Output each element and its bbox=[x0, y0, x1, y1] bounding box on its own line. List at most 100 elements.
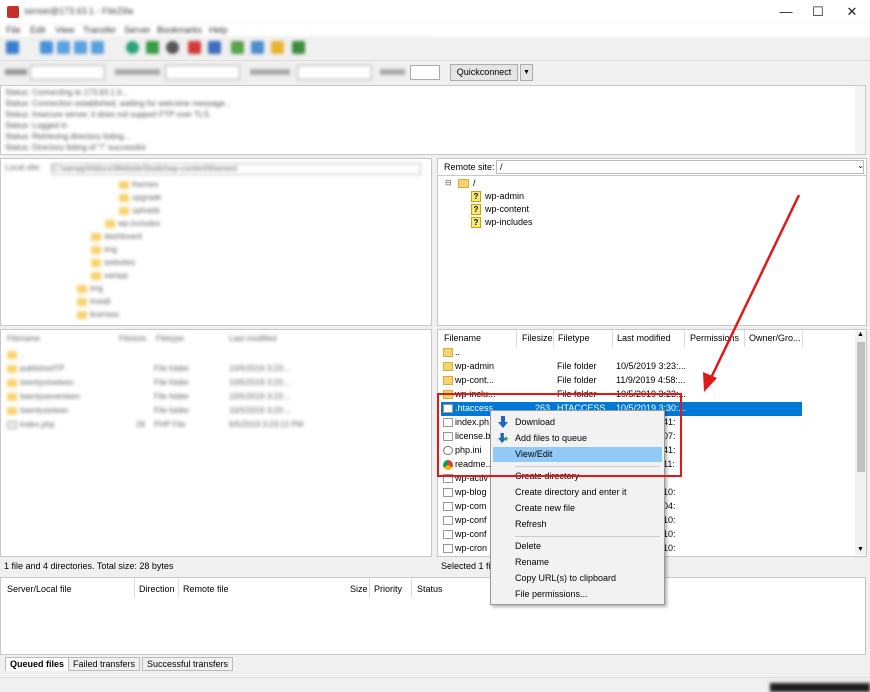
local-col-filetype[interactable]: Filetype bbox=[156, 334, 184, 343]
message-log[interactable]: Status: Connecting to 173.63.1.0... Stat… bbox=[0, 85, 866, 155]
local-site-path[interactable]: C:\xampp\htdocs\WebsiteStudio\wp-content… bbox=[51, 163, 421, 175]
col-filetype[interactable]: Filetype bbox=[558, 333, 590, 343]
local-tree-item[interactable]: upgrade bbox=[119, 193, 161, 202]
queue-col-priority[interactable]: Priority bbox=[374, 584, 402, 594]
local-tree-item[interactable]: install bbox=[77, 297, 110, 306]
local-site-panel: Local site: C:\xampp\htdocs\WebsiteStudi… bbox=[0, 158, 432, 326]
menu-item-rename[interactable]: Rename bbox=[493, 555, 662, 570]
remote-site-path-input[interactable]: / bbox=[496, 160, 864, 174]
compare-icon[interactable] bbox=[251, 41, 264, 54]
scrollbar-thumb[interactable] bbox=[857, 342, 865, 472]
local-col-modified[interactable]: Last modified bbox=[229, 334, 277, 343]
table-row[interactable]: index.php bbox=[7, 420, 55, 429]
close-button[interactable]: ✕ bbox=[836, 0, 868, 23]
scroll-up-icon[interactable]: ▲ bbox=[857, 331, 864, 338]
menu-item-file-permissions[interactable]: File permissions... bbox=[493, 587, 662, 602]
local-tree-item[interactable]: themes bbox=[119, 180, 158, 189]
queue-col-direction[interactable]: Direction bbox=[139, 584, 175, 594]
password-input[interactable] bbox=[297, 65, 372, 80]
table-row[interactable]: .. bbox=[441, 346, 801, 360]
col-filename[interactable]: Filename bbox=[444, 333, 481, 343]
local-tree-item[interactable]: img bbox=[91, 245, 117, 254]
refresh-icon[interactable] bbox=[126, 41, 139, 54]
table-row[interactable]: publishedTP bbox=[7, 364, 64, 373]
menu-item-copy-url[interactable]: Copy URL(s) to clipboard bbox=[493, 571, 662, 586]
scroll-down-icon[interactable]: ▼ bbox=[857, 546, 864, 553]
log-scrollbar[interactable] bbox=[855, 86, 865, 154]
quickconnect-button[interactable]: Quickconnect bbox=[450, 64, 518, 81]
quickconnect-dropdown-button[interactable]: ▼ bbox=[520, 64, 533, 81]
menu-edit[interactable]: Edit bbox=[30, 25, 46, 35]
toggle-remote-tree-icon[interactable] bbox=[74, 41, 87, 54]
queue-col-size[interactable]: Size bbox=[350, 584, 368, 594]
cell: PHP File bbox=[154, 420, 186, 429]
local-tree-item[interactable]: licenses bbox=[77, 310, 119, 319]
toolbar bbox=[0, 37, 432, 59]
search-icon[interactable] bbox=[292, 41, 305, 54]
title-bar: sensei@173.63.1 - FileZilla — ☐ ✕ bbox=[0, 0, 870, 23]
minimize-button[interactable]: — bbox=[770, 0, 802, 23]
collapse-toggle-icon[interactable]: ⊟ bbox=[445, 178, 452, 187]
col-permissions[interactable]: Permissions bbox=[690, 333, 739, 343]
port-input[interactable] bbox=[410, 65, 440, 80]
username-input[interactable] bbox=[165, 65, 240, 80]
tab-successful-transfers[interactable]: Successful transfers bbox=[142, 657, 234, 671]
filter-icon[interactable] bbox=[231, 41, 244, 54]
sync-browse-icon[interactable] bbox=[271, 41, 284, 54]
process-queue-icon[interactable] bbox=[146, 41, 159, 54]
table-row[interactable]: .. bbox=[7, 350, 24, 359]
menu-item-create-new-file[interactable]: Create new file bbox=[493, 501, 662, 516]
toggle-queue-icon[interactable] bbox=[91, 41, 104, 54]
col-last-modified[interactable]: Last modified bbox=[617, 333, 671, 343]
local-col-filename[interactable]: Filename bbox=[7, 334, 40, 343]
menu-view[interactable]: View bbox=[55, 25, 74, 35]
menu-bookmarks[interactable]: Bookmarks bbox=[157, 25, 202, 35]
local-tree-item[interactable]: uploads bbox=[119, 206, 160, 215]
menu-help[interactable]: Help bbox=[209, 25, 228, 35]
log-line: Status: Directory listing of "/" success… bbox=[5, 143, 146, 152]
local-tree-item[interactable]: img bbox=[77, 284, 103, 293]
tree-node-wp-admin[interactable]: ? wp-admin bbox=[471, 191, 524, 203]
chevron-down-icon[interactable]: ⌄ bbox=[857, 161, 864, 170]
local-tree-item[interactable]: websites bbox=[91, 258, 135, 267]
transfer-queue[interactable]: Server/Local file Direction Remote file … bbox=[0, 577, 866, 655]
tab-queued-files[interactable]: Queued files bbox=[5, 657, 70, 671]
table-row[interactable]: wp-admin File folder 10/5/2019 3:23:... bbox=[441, 360, 801, 374]
remote-site-bar: Remote site: / ⌄ bbox=[437, 158, 867, 176]
toggle-log-icon[interactable] bbox=[40, 41, 53, 54]
menu-item-delete[interactable]: Delete bbox=[493, 539, 662, 554]
queue-col-status[interactable]: Status bbox=[417, 584, 443, 594]
site-manager-icon[interactable] bbox=[6, 41, 19, 54]
local-tree-item[interactable]: wp-includes bbox=[105, 219, 160, 228]
tree-node-wp-includes[interactable]: ? wp-includes bbox=[471, 217, 533, 229]
menu-item-create-directory-enter[interactable]: Create directory and enter it bbox=[493, 485, 662, 500]
unknown-folder-icon: ? bbox=[471, 217, 481, 229]
filetype-cell: File folder bbox=[557, 361, 597, 371]
menu-file[interactable]: File bbox=[6, 25, 21, 35]
tab-failed-transfers[interactable]: Failed transfers bbox=[68, 657, 141, 671]
local-tree-item[interactable]: xampp bbox=[91, 271, 128, 280]
table-row[interactable]: twentysixteen bbox=[7, 406, 68, 415]
table-row[interactable]: twentyseventeen bbox=[7, 392, 80, 401]
queue-col-remote-file[interactable]: Remote file bbox=[183, 584, 229, 594]
local-col-filesize[interactable]: Filesize bbox=[119, 334, 146, 343]
menu-server[interactable]: Server bbox=[124, 25, 151, 35]
menu-transfer[interactable]: Transfer bbox=[83, 25, 116, 35]
remote-directory-tree[interactable]: ⊟ / ? wp-admin ? wp-content ? wp-includes bbox=[437, 176, 867, 326]
table-row[interactable]: wp-cont... File folder 11/9/2019 4:58:... bbox=[441, 374, 801, 388]
tree-node-wp-content[interactable]: ? wp-content bbox=[471, 204, 529, 216]
disconnect-icon[interactable] bbox=[188, 41, 201, 54]
toggle-local-tree-icon[interactable] bbox=[57, 41, 70, 54]
host-input[interactable] bbox=[30, 65, 105, 80]
reconnect-icon[interactable] bbox=[208, 41, 221, 54]
menu-item-refresh[interactable]: Refresh bbox=[493, 517, 662, 532]
local-file-list[interactable]: Filename Filesize Filetype Last modified… bbox=[0, 329, 432, 557]
col-filesize[interactable]: Filesize bbox=[522, 333, 553, 343]
col-owner-group[interactable]: Owner/Gro... bbox=[749, 333, 801, 343]
cancel-icon[interactable] bbox=[166, 41, 179, 54]
local-tree-item[interactable]: dashboard bbox=[91, 232, 142, 241]
queue-col-server-local[interactable]: Server/Local file bbox=[7, 584, 72, 594]
tree-node-root[interactable]: / bbox=[458, 178, 476, 189]
maximize-button[interactable]: ☐ bbox=[802, 0, 834, 23]
table-row[interactable]: twentynineteen bbox=[7, 378, 74, 387]
